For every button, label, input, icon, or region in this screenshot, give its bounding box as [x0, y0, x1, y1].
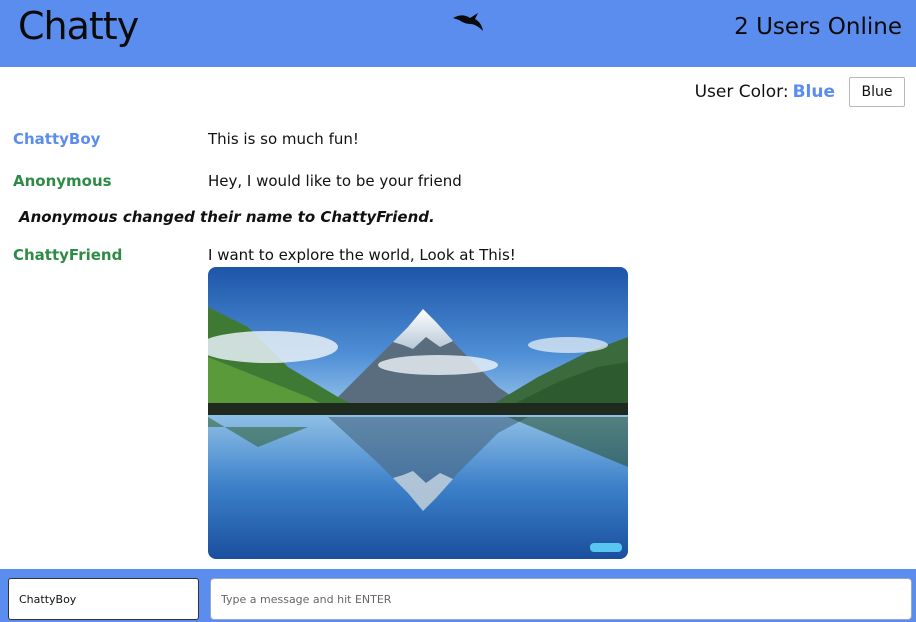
composer-bar	[0, 569, 916, 622]
user-color-select[interactable]: Blue	[849, 77, 905, 107]
user-color-label-text: User Color:	[694, 82, 789, 102]
message-input[interactable]	[210, 578, 912, 620]
user-color-row: User Color: Blue Blue	[695, 77, 905, 107]
user-color-label: User Color: Blue	[695, 82, 835, 102]
message-text: I want to explore the world, Look at Thi…	[208, 246, 516, 264]
message-text: Hey, I would like to be your friend	[208, 172, 462, 190]
username-input[interactable]	[8, 578, 199, 620]
message-row: ChattyFriend I want to explore the world…	[0, 246, 916, 268]
message-user: ChattyFriend	[13, 246, 123, 264]
landscape-photo	[208, 267, 628, 559]
message-text: This is so much fun!	[208, 130, 359, 148]
system-message: Anonymous changed their name to ChattyFr…	[19, 208, 435, 226]
message-user: Anonymous	[13, 172, 112, 190]
bird-icon	[453, 13, 483, 31]
message-row: ChattyBoy This is so much fun!	[0, 130, 916, 152]
app-header: Chatty 2 Users Online	[0, 0, 916, 67]
user-color-value: Blue	[792, 82, 835, 102]
app-title: Chatty	[18, 4, 139, 48]
message-row: Anonymous Hey, I would like to be your f…	[0, 172, 916, 194]
message-user: ChattyBoy	[13, 130, 101, 148]
users-online-count: 2 Users Online	[734, 14, 902, 40]
message-image[interactable]	[208, 267, 628, 559]
